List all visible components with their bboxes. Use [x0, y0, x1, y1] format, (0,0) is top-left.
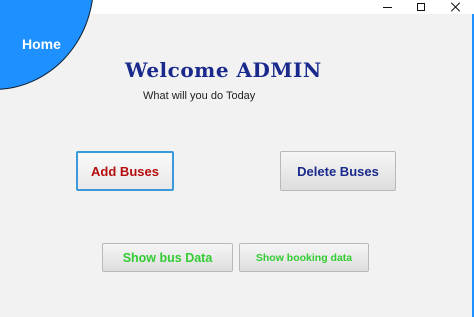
minimize-icon — [382, 7, 392, 8]
close-button[interactable] — [443, 0, 469, 14]
delete-buses-button[interactable]: Delete Buses — [280, 151, 396, 191]
home-label[interactable]: Home — [22, 36, 61, 52]
minimize-button[interactable] — [374, 0, 400, 14]
close-icon — [451, 2, 461, 12]
maximize-icon — [417, 3, 425, 11]
show-bus-data-button[interactable]: Show bus Data — [102, 243, 233, 272]
show-booking-data-button[interactable]: Show booking data — [239, 243, 369, 272]
app-window: Home Welcome ADMIN What will you do Toda… — [0, 0, 474, 317]
maximize-button[interactable] — [408, 0, 434, 14]
page-title: Welcome ADMIN — [125, 58, 322, 82]
page-subtitle: What will you do Today — [143, 90, 256, 102]
add-buses-button[interactable]: Add Buses — [76, 151, 174, 191]
